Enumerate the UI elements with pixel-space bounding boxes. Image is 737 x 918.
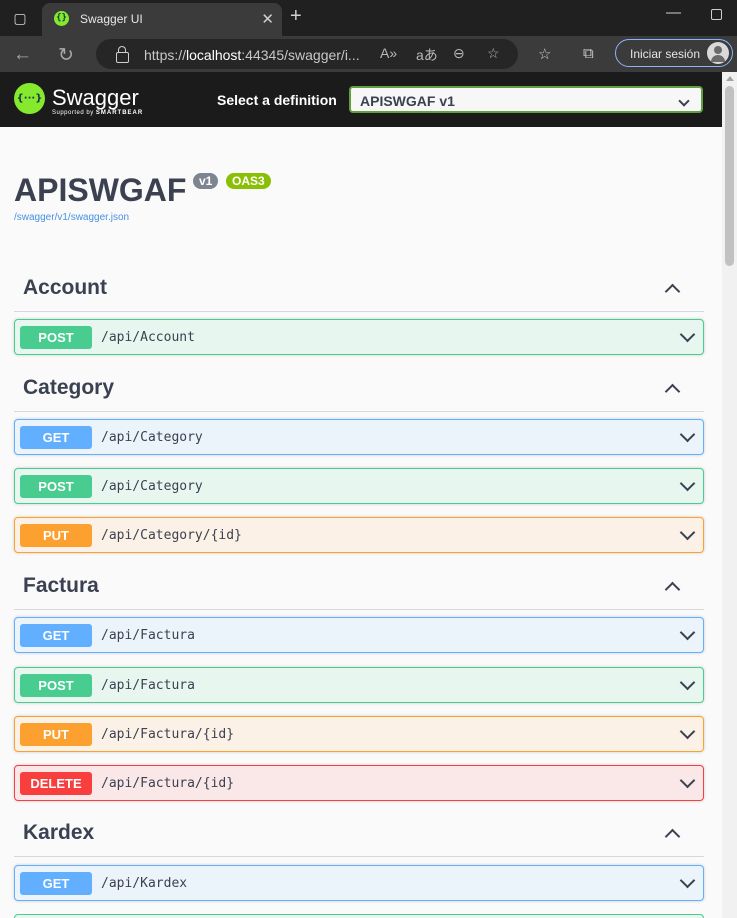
chevron-up-icon[interactable] [664,581,681,598]
definition-label: Select a definition [217,92,337,108]
operation-path: /api/Category/{id} [101,528,242,543]
tag-name: Factura [23,574,99,597]
operation-row[interactable]: GET /api/Category [14,419,704,455]
swagger-main: APISWGAF v1 OAS3 /swagger/v1/swagger.jso… [0,127,722,918]
operation-path: /api/Factura [101,628,195,643]
address-bar-row: ← ↻ https://localhost:44345/swagger/i...… [0,36,737,72]
chevron-down-icon[interactable] [679,674,696,691]
refresh-icon[interactable]: ↻ [58,44,74,67]
chevron-down-icon [678,95,690,107]
operation-row[interactable]: DELETE /api/Factura/{id} [14,765,704,801]
definition-value: APISWGAF v1 [360,93,455,109]
tag-name: Kardex [23,821,95,844]
tag-header-account[interactable]: Account [14,273,704,312]
method-badge: GET [20,426,92,449]
chevron-up-icon[interactable] [664,383,681,400]
version-badge: v1 [193,173,219,189]
favorites-icon[interactable]: ☆ [538,45,551,63]
chevron-up-icon[interactable] [664,828,681,845]
operation-row[interactable]: POST /api/Category [14,468,704,504]
chevron-down-icon[interactable] [679,524,696,541]
method-badge: POST [20,674,92,697]
lock-icon[interactable] [116,46,129,63]
tab-title: Swagger UI [80,12,143,26]
tag-header-factura[interactable]: Factura [14,571,704,610]
operation-path: /api/Account [101,330,195,345]
operation-row[interactable]: GET /api/Kardex [14,865,704,901]
signin-label: Iniciar sesión [630,47,701,61]
operation-row[interactable]: PUT /api/Category/{id} [14,517,704,553]
maximize-icon[interactable] [711,9,722,20]
api-title: APISWGAF [14,172,187,208]
tag-name: Account [23,276,107,299]
method-badge: PUT [20,524,92,547]
operation-row[interactable]: GET /api/Factura [14,617,704,653]
swagger-favicon-icon [54,11,69,26]
tag-header-kardex[interactable]: Kardex [14,818,704,857]
method-badge: DELETE [20,772,92,795]
method-badge: POST [20,475,92,498]
operation-path: /api/Kardex [101,876,188,891]
supported-by-text: Supported by SMARTBEAR [52,110,144,116]
new-tab-button[interactable]: + [290,5,302,28]
operation-path: /api/Category [101,479,203,494]
chevron-down-icon[interactable] [679,426,696,443]
scrollbar[interactable] [722,72,737,918]
browser-tab-bar: ▢ Swagger UI ✕ + — [0,0,737,36]
minimize-icon[interactable]: — [666,4,681,21]
tab-actions-icon[interactable]: ▢ [6,8,34,28]
tag-header-category[interactable]: Category [14,373,704,412]
avatar [707,42,729,64]
method-badge: GET [20,624,92,647]
browser-tab[interactable]: Swagger UI ✕ [42,3,282,36]
swagger-logo-icon[interactable] [14,83,45,114]
tag-name: Category [23,376,115,399]
operation-path: /api/Category [101,430,203,445]
swagger-brand[interactable]: Swagger [52,85,139,111]
operation-path: /api/Factura/{id} [101,776,235,791]
swagger-topbar: Swagger Supported by SMARTBEAR Select a … [0,72,722,127]
oas-badge: OAS3 [226,173,271,189]
signin-button[interactable]: Iniciar sesión [615,39,733,67]
url-text[interactable]: https://localhost:44345/swagger/i... [144,47,360,63]
chevron-down-icon[interactable] [679,772,696,789]
operation-path: /api/Factura [101,678,195,693]
method-badge: POST [20,326,92,349]
chevron-down-icon[interactable] [679,872,696,889]
read-aloud-icon[interactable]: A» [380,45,397,61]
scroll-up-icon[interactable] [726,76,734,81]
chevron-down-icon[interactable] [679,723,696,740]
chevron-down-icon[interactable] [679,475,696,492]
chevron-down-icon[interactable] [679,326,696,343]
operation-row[interactable]: PUT /api/Factura/{id} [14,716,704,752]
back-icon[interactable]: ← [13,44,32,66]
chevron-down-icon[interactable] [679,624,696,641]
address-bar[interactable]: https://localhost:44345/swagger/i... A» … [96,39,518,69]
operation-row-partial[interactable] [14,914,704,918]
chevron-up-icon[interactable] [664,283,681,300]
scroll-thumb[interactable] [725,86,734,266]
definition-select[interactable]: APISWGAF v1 [349,86,703,113]
tab-close-icon[interactable]: ✕ [261,10,274,28]
operation-path: /api/Factura/{id} [101,727,235,742]
zoom-out-icon[interactable]: ⊖ [453,45,465,62]
add-favorite-icon[interactable]: ☆ [487,45,500,62]
method-badge: GET [20,872,92,895]
collections-icon[interactable]: ⧉ [583,45,594,62]
spec-link[interactable]: /swagger/v1/swagger.json [14,212,129,223]
operation-row[interactable]: POST /api/Account [14,319,704,355]
method-badge: PUT [20,723,92,746]
translate-icon[interactable]: aあ [416,45,438,65]
operation-row[interactable]: POST /api/Factura [14,667,704,703]
